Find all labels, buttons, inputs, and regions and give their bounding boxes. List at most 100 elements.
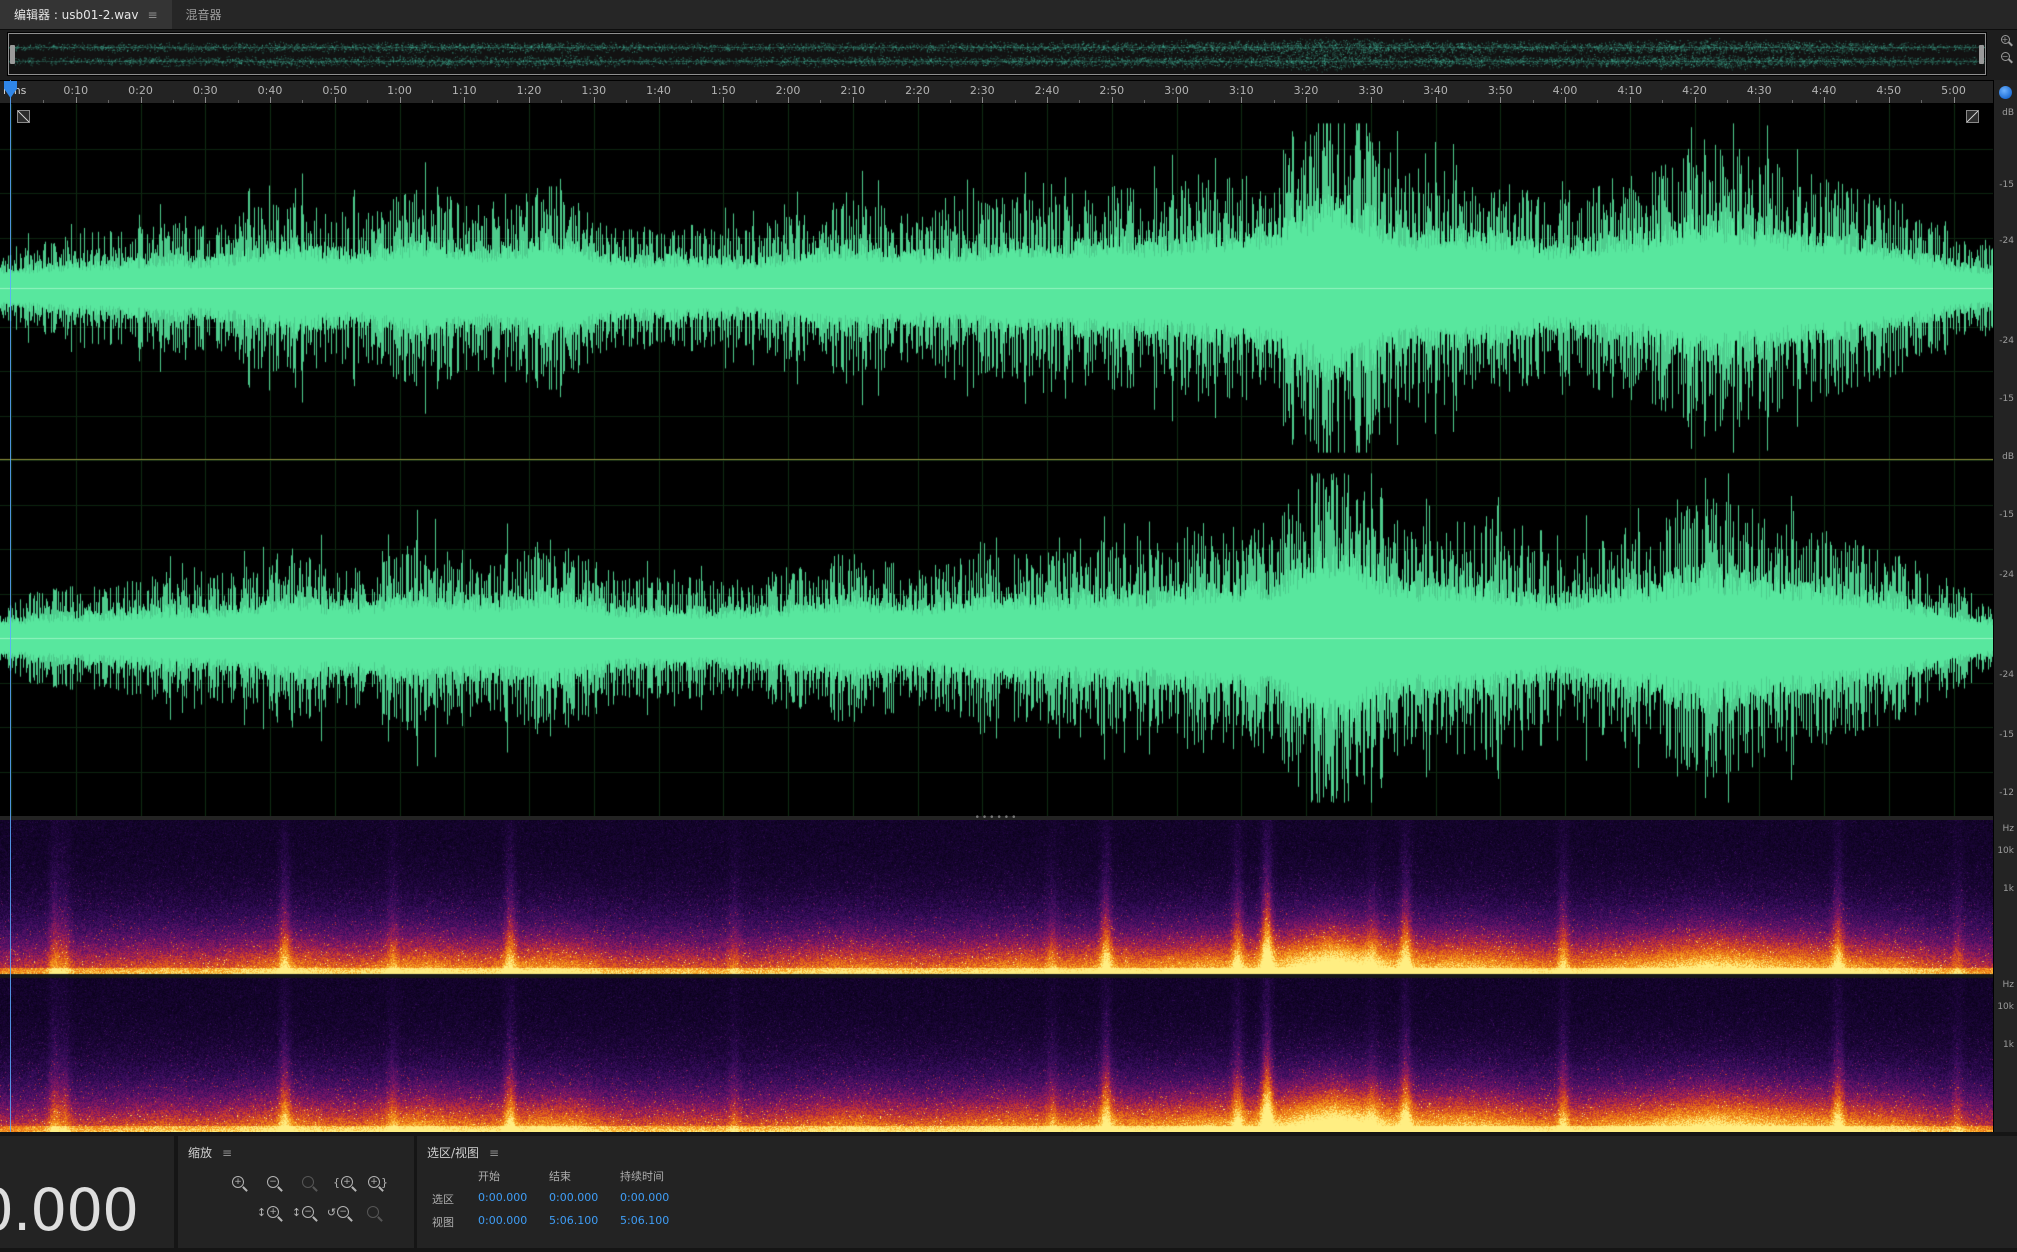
audition-window: 编辑器 : usb01-2.wav ≡ 混音器 + − hms 0:100:20… xyxy=(0,0,2017,1252)
ruler-label: 4:10 xyxy=(1617,84,1642,97)
zoom-in-point-button[interactable]: {+ xyxy=(329,1170,357,1194)
bottom-dock: 0:00.000 缩放 ≡ +−{++} ↕+↕−↺− 选区/视图 ≡ 开始 结… xyxy=(0,1132,2017,1252)
zoom-panel-menu-icon[interactable]: ≡ xyxy=(222,1146,232,1160)
zoom-button-affix: ↕ xyxy=(257,1206,266,1219)
db-scale-label: -24 xyxy=(1999,236,2014,246)
zoom-out-point-button[interactable]: +} xyxy=(364,1170,392,1194)
zoom-to-selection-button[interactable] xyxy=(294,1170,322,1194)
tab-editor[interactable]: 编辑器 : usb01-2.wav ≡ xyxy=(0,0,172,29)
ruler-label: 3:00 xyxy=(1164,84,1189,97)
ruler-tick xyxy=(1047,97,1048,103)
navigator-zoom-out-icon[interactable]: − xyxy=(2001,52,2010,61)
db-scale-label: -15 xyxy=(1999,730,2014,740)
db-scale-label: -12 xyxy=(1999,788,2014,798)
view-duration-value[interactable]: 5:06.100 xyxy=(620,1214,716,1230)
ruler-minor-tick xyxy=(1597,100,1598,103)
zoom-out-time-button[interactable]: − xyxy=(259,1170,287,1194)
ruler-minor-tick xyxy=(756,100,757,103)
playhead-time-display[interactable]: 0:00.000 xyxy=(0,1176,138,1244)
magnifier-icon: − xyxy=(302,1206,314,1218)
db-scale-label: -15 xyxy=(1999,180,2014,190)
ruler-tick xyxy=(723,97,724,103)
selection-start-value[interactable]: 0:00.000 xyxy=(478,1191,549,1207)
tab-mixer[interactable]: 混音器 xyxy=(172,0,236,29)
selection-duration-value[interactable]: 0:00.000 xyxy=(620,1191,716,1207)
ruler-tick xyxy=(76,97,77,103)
ruler-minor-tick xyxy=(497,100,498,103)
tab-mixer-label: 混音器 xyxy=(186,6,222,23)
ruler-tick xyxy=(335,97,336,103)
fade-out-handle[interactable] xyxy=(1966,110,1979,123)
zoom-in-time-button[interactable]: + xyxy=(224,1170,252,1194)
ruler-minor-tick xyxy=(1792,100,1793,103)
overview-waveform[interactable] xyxy=(9,34,1985,74)
ruler-label: 1:40 xyxy=(646,84,671,97)
column-header-start: 开始 xyxy=(478,1168,549,1184)
playhead-line[interactable] xyxy=(10,80,11,1132)
zoom-reset-button[interactable]: ↺− xyxy=(324,1200,352,1224)
ruler-tick xyxy=(270,97,271,103)
waveform-display[interactable] xyxy=(0,104,1993,816)
db-scale-label: -15 xyxy=(1999,394,2014,404)
panel-menu-icon[interactable]: ≡ xyxy=(147,8,157,22)
ruler-label: 1:10 xyxy=(452,84,477,97)
zoom-in-amplitude-button[interactable]: ↕+ xyxy=(254,1200,282,1224)
ruler-tick xyxy=(1112,97,1113,103)
db-scale-label: -24 xyxy=(1999,570,2014,580)
waveform-editor[interactable] xyxy=(0,104,1993,816)
db-scale-label: dB xyxy=(2002,452,2014,462)
zoom-full-button[interactable] xyxy=(359,1200,387,1224)
view-start-value[interactable]: 0:00.000 xyxy=(478,1214,549,1230)
navigator-right-handle[interactable] xyxy=(1979,45,1984,64)
ruler-minor-tick xyxy=(302,100,303,103)
ruler-minor-tick xyxy=(561,100,562,103)
selection-panel-menu-icon[interactable]: ≡ xyxy=(489,1146,499,1160)
navigator-left-handle[interactable] xyxy=(10,45,15,64)
ruler-label: 2:40 xyxy=(1035,84,1060,97)
auto-scroll-indicator-icon[interactable] xyxy=(1999,86,2012,99)
ruler-minor-tick xyxy=(173,100,174,103)
ruler-tick xyxy=(400,97,401,103)
zoom-button-affix: ↕ xyxy=(292,1206,301,1219)
ruler-label: 3:10 xyxy=(1229,84,1254,97)
db-scale-label: dB xyxy=(2002,108,2014,118)
ruler-minor-tick xyxy=(108,100,109,103)
db-scale-label: -24 xyxy=(1999,670,2014,680)
overview-navigator[interactable] xyxy=(8,33,1986,75)
ruler-tick xyxy=(1241,97,1242,103)
ruler-label: 4:20 xyxy=(1682,84,1707,97)
vertical-scale-strip[interactable]: dB-15-24-24-15dB-15-24-24-15-12Hz10k1kHz… xyxy=(1993,80,2017,1132)
column-header-duration: 持续时间 xyxy=(620,1168,716,1184)
time-display-panel: 0:00.000 xyxy=(0,1136,174,1248)
ruler-label: 4:50 xyxy=(1876,84,1901,97)
magnifier-icon: + xyxy=(232,1176,244,1188)
zoom-panel-title: 缩放 xyxy=(188,1144,212,1161)
zoom-button-affix: ↺ xyxy=(327,1206,336,1219)
column-header-end: 结束 xyxy=(549,1168,620,1184)
ruler-tick xyxy=(1371,97,1372,103)
timeline-ruler[interactable]: hms 0:100:200:300:400:501:001:101:201:30… xyxy=(0,80,1993,104)
fade-in-handle[interactable] xyxy=(17,110,30,123)
hz-scale-label: 10k xyxy=(1997,846,2014,856)
zoom-buttons-row-1: + − {+ +} xyxy=(224,1170,392,1194)
ruler-label: 0:30 xyxy=(193,84,218,97)
ruler-minor-tick xyxy=(820,100,821,103)
ruler-label: 0:40 xyxy=(258,84,283,97)
spectrogram-display[interactable] xyxy=(0,820,1993,1132)
panel-tab-bar: 编辑器 : usb01-2.wav ≡ 混音器 xyxy=(0,0,2017,30)
ruler-label: 0:10 xyxy=(63,84,88,97)
ruler-label: 1:20 xyxy=(517,84,542,97)
ruler-minor-tick xyxy=(1856,100,1857,103)
navigator-zoom-in-icon[interactable]: + xyxy=(2001,35,2010,44)
ruler-tick xyxy=(1889,97,1890,103)
ruler-tick xyxy=(659,97,660,103)
hz-scale-label: 1k xyxy=(2003,1040,2014,1050)
spectral-editor[interactable] xyxy=(0,820,1993,1132)
hz-scale-label: Hz xyxy=(2003,824,2015,834)
zoom-out-amplitude-button[interactable]: ↕− xyxy=(289,1200,317,1224)
view-end-value[interactable]: 5:06.100 xyxy=(549,1214,620,1230)
ruler-tick xyxy=(1824,97,1825,103)
ruler-minor-tick xyxy=(1274,100,1275,103)
ruler-tick xyxy=(141,97,142,103)
selection-end-value[interactable]: 0:00.000 xyxy=(549,1191,620,1207)
